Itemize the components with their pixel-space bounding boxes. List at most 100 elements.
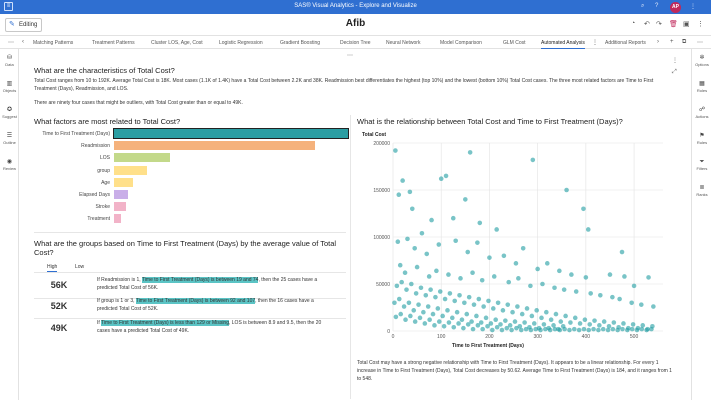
scatter-point[interactable]	[516, 276, 521, 281]
copy-page-icon[interactable]: ⧉	[682, 39, 686, 46]
right-rail-options[interactable]: ✲ Options	[692, 54, 711, 67]
scatter-point[interactable]	[434, 268, 439, 274]
scatter-point[interactable]	[392, 300, 397, 306]
scatter-point[interactable]	[425, 304, 431, 309]
scatter-point[interactable]	[562, 326, 567, 332]
tab-scroll-right-icon[interactable]: ›	[657, 39, 659, 45]
maximize-icon[interactable]: ⤢	[672, 69, 677, 76]
scatter-point[interactable]	[404, 287, 409, 292]
scatter-point[interactable]	[544, 309, 549, 315]
scatter-point[interactable]	[464, 311, 470, 317]
search-icon[interactable]: ⌕	[641, 3, 644, 10]
tab-options-icon[interactable]: ⋮	[592, 39, 598, 46]
scatter-point[interactable]	[494, 324, 500, 330]
scatter-point[interactable]	[422, 321, 428, 326]
apps-icon[interactable]: ⋮	[690, 3, 696, 10]
scatter-point[interactable]	[561, 287, 567, 292]
scatter-point[interactable]	[396, 296, 402, 302]
scatter-point[interactable]	[573, 289, 579, 294]
factor-bar[interactable]	[114, 190, 129, 199]
scatter-point[interactable]	[597, 323, 602, 328]
scatter-point[interactable]	[504, 325, 510, 331]
scatter-point[interactable]	[547, 327, 553, 333]
scatter-point[interactable]	[533, 326, 539, 332]
scatter-point[interactable]	[479, 277, 485, 283]
scatter-point[interactable]	[414, 264, 420, 270]
scatter-point[interactable]	[493, 317, 498, 323]
scatter-point[interactable]	[427, 317, 432, 323]
scatter-point[interactable]	[557, 327, 563, 333]
scatter-point[interactable]	[447, 291, 453, 296]
scatter-point[interactable]	[544, 261, 550, 266]
scatter-point[interactable]	[552, 285, 557, 291]
scatter-point[interactable]	[510, 309, 515, 315]
tab-gradient-boosting[interactable]: Gradient Boosting	[280, 40, 320, 46]
scatter-point[interactable]	[503, 318, 508, 323]
scatter-point[interactable]	[446, 320, 452, 325]
scatter-point[interactable]	[395, 239, 401, 244]
scatter-point[interactable]	[615, 327, 620, 333]
add-page-icon[interactable]: +	[670, 39, 674, 45]
more-options-icon[interactable]: ⋮	[697, 20, 704, 28]
scatter-point[interactable]	[421, 309, 426, 315]
scatter-point[interactable]	[463, 197, 468, 202]
factor-bar[interactable]	[114, 153, 171, 163]
scatter-point[interactable]	[430, 311, 436, 317]
save-icon[interactable]: ▣	[683, 20, 690, 28]
scatter-point[interactable]	[429, 217, 434, 223]
scatter-point[interactable]	[523, 326, 529, 332]
scatter-point[interactable]	[529, 313, 535, 319]
scatter-point[interactable]	[598, 292, 603, 298]
scatter-point[interactable]	[433, 294, 438, 300]
tab-menu-icon[interactable]: ⋯	[8, 39, 14, 46]
tab-neural-network[interactable]: Neural Network	[386, 40, 420, 46]
scatter-point[interactable]	[402, 270, 408, 276]
right-rail-filters[interactable]: ⏷ Filters	[692, 158, 711, 171]
scatter-point[interactable]	[572, 315, 578, 321]
scatter-point[interactable]	[436, 242, 442, 247]
scatter-point[interactable]	[646, 275, 651, 280]
scatter-point[interactable]	[416, 302, 421, 307]
scatter-point[interactable]	[476, 296, 482, 302]
scatter-point[interactable]	[426, 274, 432, 279]
scatter-point[interactable]	[617, 296, 622, 302]
scatter-point[interactable]	[522, 320, 527, 325]
scatter-point[interactable]	[621, 321, 626, 326]
scatter-point[interactable]	[409, 206, 415, 212]
page-menu-icon[interactable]: ⋯	[697, 39, 703, 46]
scatter-point[interactable]	[568, 320, 573, 325]
scatter-point[interactable]	[535, 266, 540, 272]
scatter-point[interactable]	[528, 283, 533, 289]
scatter-point[interactable]	[412, 245, 417, 251]
scatter-point[interactable]	[452, 298, 458, 304]
scatter-point[interactable]	[397, 262, 403, 268]
scatter-point[interactable]	[543, 326, 548, 332]
scatter-point[interactable]	[436, 319, 442, 324]
scatter-point[interactable]	[518, 327, 524, 333]
scatter-point[interactable]	[408, 313, 413, 319]
scatter-point[interactable]	[531, 321, 537, 326]
scatter-point[interactable]	[441, 324, 447, 329]
avatar[interactable]: AP	[670, 2, 681, 13]
left-rail-objects[interactable]: ▥ Objects	[0, 80, 19, 93]
scatter-point[interactable]	[406, 300, 412, 306]
scatter-point[interactable]	[445, 308, 450, 313]
scatter-point[interactable]	[428, 287, 433, 292]
scatter-point[interactable]	[438, 176, 444, 182]
scatter-point[interactable]	[394, 283, 400, 289]
scatter-point[interactable]	[548, 317, 554, 323]
scatter-point[interactable]	[629, 326, 635, 332]
tab-model-comparison[interactable]: Model Comparison	[440, 40, 482, 46]
scatter-point[interactable]	[481, 304, 486, 309]
scatter-point[interactable]	[505, 302, 511, 307]
factor-bar[interactable]	[114, 165, 147, 175]
scatter-point[interactable]	[629, 300, 634, 306]
object-menu-icon[interactable]: ⋯	[347, 52, 353, 59]
scatter-point[interactable]	[451, 324, 457, 330]
scatter-point[interactable]	[450, 215, 456, 221]
right-rail-actions[interactable]: ☍ Actions	[692, 106, 711, 119]
scatter-point[interactable]	[418, 285, 424, 291]
scatter-point[interactable]	[440, 313, 445, 319]
scatter-point[interactable]	[610, 294, 615, 300]
scatter-point[interactable]	[605, 327, 611, 333]
